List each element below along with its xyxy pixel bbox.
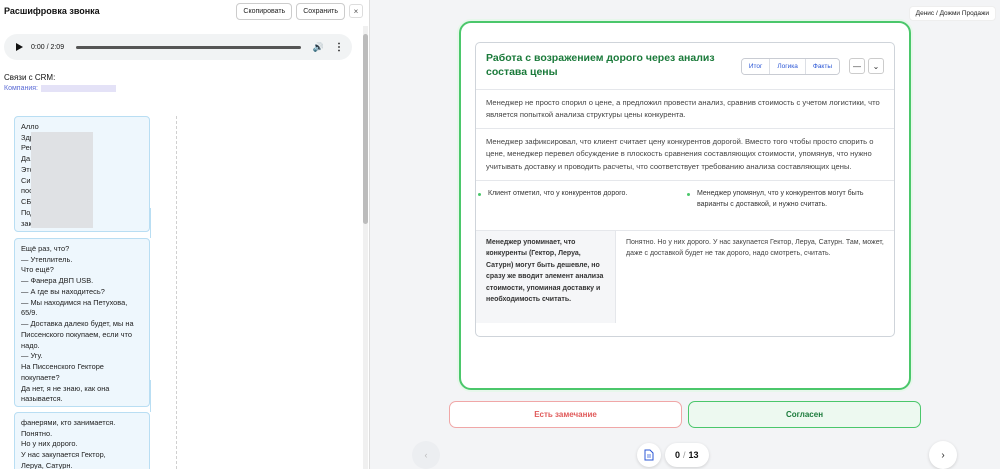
quote-analysis: Менеджер упоминает, что конкуренты (Гект… — [476, 230, 616, 323]
chevron-left-icon: ‹ — [424, 450, 428, 460]
crm-title: Связи с CRM: — [4, 73, 56, 82]
criterion-panel: Работа с возражением дорого через анализ… — [475, 42, 895, 337]
quote-transcript[interactable]: Понятно. Но у них дорого. У нас закупает… — [616, 231, 894, 323]
chevron-right-icon: › — [941, 449, 945, 461]
minus-icon: — — [853, 61, 861, 71]
volume-icon[interactable]: 🔊 — [313, 42, 324, 53]
crm-company-value-redacted — [40, 85, 116, 92]
audio-player[interactable]: 0:00 / 2:09 🔊 ⋮ — [4, 34, 352, 60]
close-icon: × — [353, 6, 359, 16]
crm-company-label: Компания: — [4, 85, 38, 92]
minus-button[interactable]: — — [849, 58, 865, 74]
logic-text: Менеджер зафиксировал, что клиент считае… — [476, 129, 894, 181]
user-badge[interactable]: Денис / Дожми Продажи — [908, 6, 996, 21]
bullet-icon — [687, 192, 690, 196]
next-button[interactable]: › — [929, 441, 957, 469]
criterion-title: Работа с возражением дорого через анализ… — [486, 52, 715, 78]
previous-button[interactable]: ‹ — [412, 441, 440, 469]
copy-button[interactable]: Скопировать — [236, 2, 293, 20]
scrollbar-thumb[interactable] — [363, 34, 368, 224]
close-button[interactable]: × — [349, 4, 363, 18]
fact-item: Клиент отметил, что у конкурентов дорого… — [476, 181, 685, 230]
tab-logic[interactable]: Логика — [770, 58, 806, 74]
crm-company[interactable]: Компания: — [4, 85, 116, 92]
message-bubble: фанерями, кто занимается. Понятно. Но у … — [14, 412, 150, 469]
fact-text: Клиент отметил, что у конкурентов дорого… — [488, 189, 628, 197]
view-tabs: Итог Логика Факты — [740, 57, 840, 75]
page-separator: / — [683, 450, 686, 460]
transcript-header: Расшифровка звонка Скопировать Сохранить… — [0, 0, 369, 22]
transcript-panel: Расшифровка звонка Скопировать Сохранить… — [0, 0, 370, 469]
redacted-block — [31, 132, 93, 228]
document-icon — [644, 449, 654, 461]
fact-text: Менеджер упомянул, что у конкурентов мог… — [697, 189, 864, 208]
transcript-scrollbar[interactable] — [363, 26, 368, 469]
save-button[interactable]: Сохранить — [296, 2, 345, 20]
chevron-down-icon: ⌄ — [872, 61, 880, 71]
audio-time: 0:00 / 2:09 — [31, 43, 65, 51]
facts-row: Клиент отметил, что у конкурентов дорого… — [476, 181, 894, 231]
play-icon[interactable] — [16, 43, 23, 51]
document-button[interactable] — [637, 443, 661, 467]
remark-button[interactable]: Есть замечание — [449, 401, 682, 428]
bullet-icon — [478, 192, 481, 196]
page-counter: 0 / 13 — [665, 443, 709, 467]
agree-button[interactable]: Согласен — [688, 401, 921, 428]
thread-guide-line — [150, 208, 151, 238]
criterion-header: Работа с возражением дорого через анализ… — [476, 43, 894, 90]
summary-text: Менеджер не просто спорил о цене, а пред… — [476, 90, 894, 130]
fact-item: Менеджер упомянул, что у конкурентов мог… — [685, 181, 894, 230]
pager: 0 / 13 — [637, 441, 709, 469]
more-vertical-icon[interactable]: ⋮ — [334, 42, 344, 53]
page-total: 13 — [688, 450, 699, 460]
collapse-button[interactable]: ⌄ — [868, 58, 884, 74]
thread-guide-line — [150, 380, 151, 412]
quote-row: Менеджер упоминает, что конкуренты (Гект… — [476, 230, 894, 323]
tab-summary[interactable]: Итог — [741, 58, 771, 74]
message-bubble: Ещё раз, что? — Утеплитель. Что ещё? — Ф… — [14, 238, 150, 407]
thread-divider — [176, 116, 177, 469]
page-current: 0 — [675, 450, 681, 460]
audio-progress-slider[interactable] — [76, 45, 301, 49]
crm-section: Связи с CRM: Компания: — [4, 73, 116, 92]
transcript-title: Расшифровка звонка — [4, 6, 100, 16]
tab-facts[interactable]: Факты — [805, 58, 839, 74]
